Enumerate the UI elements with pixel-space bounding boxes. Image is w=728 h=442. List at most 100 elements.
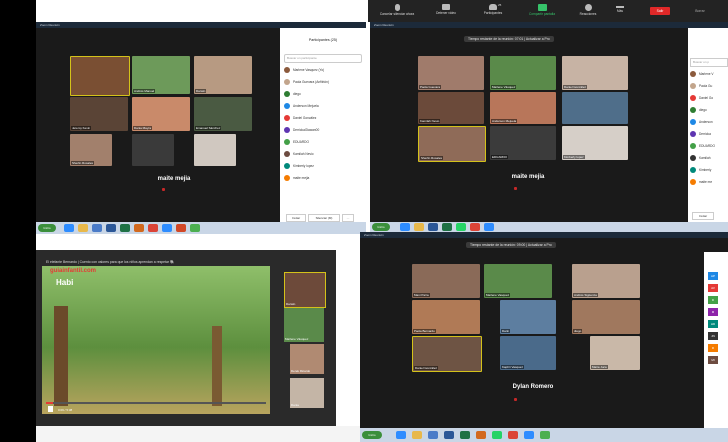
participant-row[interactable]: diego — [284, 90, 362, 98]
word-icon[interactable] — [428, 223, 438, 231]
participant-row[interactable]: Anderson — [690, 118, 724, 126]
participant-row[interactable]: Kimberly lopez — [284, 162, 362, 170]
q1-tile-8[interactable] — [194, 134, 236, 166]
q1-invite-button[interactable]: Invitar — [286, 214, 306, 222]
participant-row[interactable]: Kamilah — [690, 154, 724, 162]
media-icon[interactable] — [428, 431, 438, 439]
participant-row[interactable]: Derricka — [690, 130, 724, 138]
q2-sidebar-search[interactable]: Buscar un p — [690, 58, 728, 67]
zoom-icon[interactable] — [484, 223, 494, 231]
q1-tile-5[interactable]: Emanuel Sánchez — [194, 97, 252, 131]
q2-tile-2[interactable]: Daniel González — [562, 56, 628, 90]
avatar — [284, 175, 290, 181]
chrome-icon[interactable] — [508, 431, 518, 439]
leave-button[interactable]: Salir — [650, 7, 670, 15]
paint-icon[interactable] — [134, 224, 144, 232]
q2-tile-3[interactable]: Kamilah Nevio — [418, 92, 484, 124]
ie-icon[interactable] — [64, 224, 74, 232]
participant-row[interactable]: maite me — [690, 178, 724, 186]
q4-tile-3[interactable]: Paola Bernardo — [412, 300, 480, 334]
q1-tile-2[interactable]: Darwin — [194, 56, 252, 94]
zoom-icon[interactable] — [162, 224, 172, 232]
q2-tile-6[interactable]: Sherlin Rosales — [418, 126, 486, 162]
participant-row[interactable]: Daniel González — [284, 114, 362, 122]
chrome-icon[interactable] — [540, 431, 550, 439]
ie-icon[interactable] — [400, 223, 410, 231]
excel-icon[interactable] — [460, 431, 470, 439]
q1-tile-6[interactable]: Sherlin Rosales — [70, 134, 112, 166]
participant-row[interactable]: Anderson Mejuela — [284, 102, 362, 110]
folder-icon[interactable] — [412, 431, 422, 439]
q2-invite-button[interactable]: Invitar — [692, 212, 714, 220]
participant-row[interactable]: Marlene Vasquez (Yo) — [284, 66, 362, 74]
q4-tile-0[interactable]: Mani Parra — [412, 264, 480, 298]
q4-tile-8[interactable]: Maria Juca — [590, 336, 640, 370]
q2-tile-1[interactable]: Marlene Vásquez — [490, 56, 556, 90]
stop-video-button[interactable]: Detener video — [426, 3, 466, 21]
smiley-icon — [584, 4, 592, 11]
q2-tile-4[interactable]: Anderson Mejuela — [490, 92, 556, 124]
whatsapp-icon[interactable] — [456, 223, 466, 231]
q4-tile-6[interactable]: Daniel González — [412, 336, 482, 372]
participant-row[interactable]: DerrickaGlawan00 — [284, 126, 362, 134]
participant-row[interactable]: Paola Gu — [690, 82, 724, 90]
chrome-icon[interactable] — [148, 224, 158, 232]
chrome-icon[interactable] — [190, 224, 200, 232]
participant-row[interactable]: Kamilah Nevio — [284, 150, 362, 158]
q3-play-button[interactable] — [48, 406, 53, 412]
clear-button[interactable]: Borrar — [688, 7, 712, 15]
q4-tile-4[interactable]: Darin — [500, 300, 556, 334]
q3-progress-bar[interactable] — [46, 402, 266, 404]
reactions-button[interactable]: Reacciones — [570, 3, 606, 21]
q1-participants-search[interactable]: Buscar un participante — [284, 54, 362, 63]
more-button[interactable]: Más — [608, 3, 632, 21]
q2-tile-7[interactable]: EDUARDO — [490, 126, 556, 160]
q3-mini-tile-3[interactable]: Dania — [290, 378, 324, 408]
q3-video-player[interactable]: guiainfantil.com Habi 0:09 / 5:38 — [42, 266, 270, 414]
chrome-icon[interactable] — [470, 223, 480, 231]
q3-mini-tile-2[interactable]: Derek Ricardo — [290, 344, 324, 374]
q4-tile-1[interactable]: Marlene Vasquez — [484, 264, 552, 298]
media-icon[interactable] — [92, 224, 102, 232]
unmute-button[interactable]: Cancelar silenciar ahora — [370, 3, 424, 21]
q1-tile-1[interactable]: Andrés Manuel — [132, 56, 190, 94]
excel-icon[interactable] — [442, 223, 452, 231]
participant-row[interactable]: Kimberly — [690, 166, 724, 174]
q2-tile-8[interactable]: Kimberly lopez — [562, 126, 628, 160]
q1-more-button[interactable]: … — [342, 214, 354, 222]
word-icon[interactable] — [106, 224, 116, 232]
participant-row[interactable]: Daniel Go — [690, 94, 724, 102]
participant-row[interactable]: Marlene V — [690, 70, 724, 78]
start-button[interactable]: Inicio — [372, 223, 390, 231]
q4-tile-2[interactable]: Andrés Sigüenza — [572, 264, 640, 298]
participant-row[interactable]: diego — [690, 106, 724, 114]
q4-tile-5[interactable]: diego — [572, 300, 640, 334]
participant-row[interactable]: EDUARDO — [284, 138, 362, 146]
folder-icon[interactable] — [78, 224, 88, 232]
q1-tile-4[interactable]: Dania Mayra — [132, 97, 190, 131]
share-screen-button[interactable]: Compartir pantalla — [518, 3, 566, 21]
q1-tile-0[interactable] — [70, 56, 130, 96]
q4-tile-7[interactable]: Kaphri Vasquez — [500, 336, 556, 370]
q2-tile-5[interactable] — [562, 92, 628, 124]
participant-row[interactable]: EDUARDO — [690, 142, 724, 150]
participant-row[interactable]: Paola Guevara (Anfitrión) — [284, 78, 362, 86]
q2-tile-0[interactable]: Paola Guevara — [418, 56, 484, 90]
ie-icon[interactable] — [396, 431, 406, 439]
q3-mini-tile-0[interactable]: Darwin — [284, 272, 326, 308]
ppt-icon[interactable] — [176, 224, 186, 232]
whatsapp-icon[interactable] — [492, 431, 502, 439]
q1-mute-all-button[interactable]: Silenciar (M) — [308, 214, 340, 222]
start-button[interactable]: Inicio — [38, 224, 56, 232]
zoom-icon[interactable] — [524, 431, 534, 439]
folder-icon[interactable] — [414, 223, 424, 231]
excel-icon[interactable] — [120, 224, 130, 232]
participants-button[interactable]: Participantes 25 — [472, 3, 514, 21]
start-button[interactable]: Inicio — [362, 431, 382, 439]
q3-mini-tile-1[interactable]: Marlene Vásquez — [284, 308, 324, 342]
q1-tile-3[interactable]: Jeremy Kevin — [70, 97, 128, 131]
paint-icon[interactable] — [476, 431, 486, 439]
participant-row[interactable]: maite mejia — [284, 174, 362, 182]
word-icon[interactable] — [444, 431, 454, 439]
q1-tile-7[interactable] — [132, 134, 174, 166]
